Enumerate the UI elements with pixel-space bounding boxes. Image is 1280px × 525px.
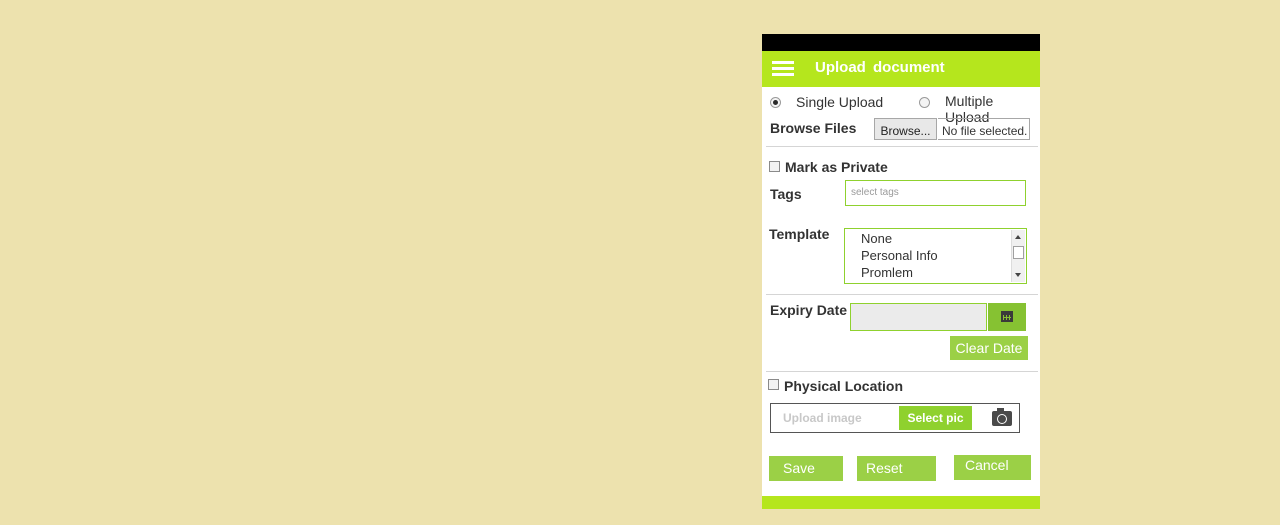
scroll-thumb[interactable]	[1013, 246, 1024, 259]
browse-files-label: Browse Files	[770, 120, 857, 136]
physical-location-checkbox[interactable]	[768, 379, 779, 390]
listbox-scrollbar[interactable]	[1011, 230, 1025, 282]
calendar-icon	[1001, 311, 1013, 322]
template-listbox[interactable]: None Personal Info Promlem	[844, 228, 1027, 284]
clear-date-button[interactable]: Clear Date	[950, 336, 1028, 360]
reset-button[interactable]: Reset	[857, 456, 936, 481]
template-option[interactable]: Personal Info	[861, 248, 938, 263]
physical-location-label[interactable]: Physical Location	[784, 378, 903, 394]
private-label[interactable]: Mark as Private	[785, 159, 888, 175]
camera-icon[interactable]	[992, 408, 1012, 426]
private-checkbox[interactable]	[769, 161, 780, 172]
image-upload-box: Upload image Select pic	[770, 403, 1020, 433]
menu-icon[interactable]	[772, 61, 794, 77]
scroll-down-arrow-icon[interactable]	[1015, 273, 1021, 277]
upload-document-screen: Upload document Single Upload Multiple U…	[762, 34, 1040, 509]
footer-bar	[762, 496, 1040, 509]
divider	[766, 371, 1038, 372]
expiry-date-input[interactable]	[850, 303, 987, 331]
browse-button[interactable]: Browse...	[874, 118, 937, 140]
expiry-date-label: Expiry Date	[770, 302, 848, 318]
tags-label: Tags	[770, 186, 802, 202]
tags-input[interactable]: select tags	[845, 180, 1026, 206]
page-title: Upload document	[815, 59, 945, 76]
divider	[766, 294, 1038, 295]
template-option[interactable]: None	[861, 231, 892, 246]
single-upload-radio[interactable]	[770, 97, 781, 108]
template-label: Template	[769, 226, 830, 242]
calendar-button[interactable]	[988, 303, 1026, 331]
save-button[interactable]: Save	[769, 456, 843, 481]
template-option[interactable]: Promlem	[861, 265, 913, 280]
app-header: Upload document	[762, 51, 1040, 87]
single-upload-label[interactable]: Single Upload	[796, 94, 883, 110]
file-status: No file selected.	[938, 118, 1030, 140]
status-bar	[762, 34, 1040, 51]
divider	[766, 146, 1038, 147]
multiple-upload-radio[interactable]	[919, 97, 930, 108]
select-pic-button[interactable]: Select pic	[899, 406, 972, 430]
upload-image-placeholder: Upload image	[783, 411, 862, 425]
cancel-button[interactable]: Cancel	[954, 455, 1031, 480]
scroll-up-arrow-icon[interactable]	[1015, 235, 1021, 239]
